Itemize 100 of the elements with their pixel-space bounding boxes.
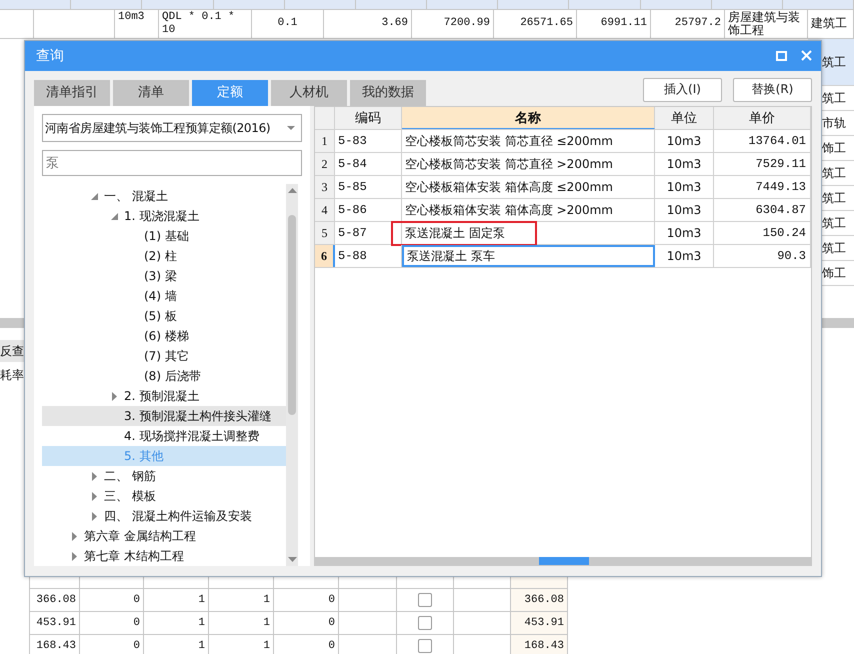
checkbox[interactable] <box>418 593 432 607</box>
column-header[interactable]: 编码 <box>335 107 402 129</box>
table-cell: 1 <box>209 589 274 612</box>
table-cell: 453.91 <box>511 612 568 635</box>
collapsed-icon[interactable] <box>72 552 76 560</box>
table-cell: 453.91 <box>30 612 80 635</box>
collapsed-icon[interactable] <box>72 532 76 540</box>
table-cell: 0 <box>80 635 144 654</box>
scrollbar-thumb[interactable] <box>539 557 589 565</box>
tree-item[interactable]: (4) 墙 <box>42 286 286 306</box>
maximize-icon[interactable] <box>776 50 787 61</box>
tab[interactable]: 人材机 <box>271 80 347 106</box>
row-number[interactable]: 4 <box>315 199 335 221</box>
expanded-icon[interactable] <box>110 212 118 220</box>
row-number[interactable]: 1 <box>315 130 335 152</box>
table-cell: 10m3 <box>655 222 714 244</box>
caret-icon <box>287 126 295 130</box>
tab[interactable]: 清单 <box>113 80 189 106</box>
table-cell: 3.69 <box>324 10 412 38</box>
tree-item[interactable]: 三、 模板 <box>42 486 286 506</box>
tree-item[interactable]: (3) 梁 <box>42 266 286 286</box>
tree-item[interactable]: 四、 混凝土构件运输及安装 <box>42 506 286 526</box>
expanded-icon[interactable] <box>90 192 98 200</box>
tree-item[interactable]: (6) 楼梯 <box>42 326 286 346</box>
scrollbar[interactable] <box>286 184 298 566</box>
table-cell: 10m3 <box>115 10 159 38</box>
table-cell: 26571.65 <box>494 10 577 38</box>
row-number[interactable]: 6 <box>315 245 335 267</box>
tree-item[interactable]: 第七章 木结构工程 <box>42 546 286 566</box>
table-cell: 5-86 <box>335 199 402 221</box>
table-cell: 13764.01 <box>714 130 811 152</box>
up-arrow-icon[interactable] <box>288 188 296 193</box>
tree-item[interactable]: 一、 混凝土 <box>42 186 286 206</box>
action-button[interactable]: 插入(I) <box>643 78 722 102</box>
table-cell: 5-85 <box>335 176 402 198</box>
tree-item[interactable]: (8) 后浇带 <box>42 366 286 386</box>
scrollbar[interactable] <box>315 557 811 565</box>
tree-item[interactable]: 2. 预制混凝土 <box>42 386 286 406</box>
table-cell: 0 <box>274 635 339 654</box>
table-cell: 10m3 <box>655 130 714 152</box>
collapsed-icon[interactable] <box>92 492 96 500</box>
table-cell: 5-87 <box>335 222 402 244</box>
table-cell: 0 <box>80 589 144 612</box>
row-number[interactable]: 2 <box>315 153 335 175</box>
tab[interactable]: 清单指引 <box>34 80 110 106</box>
table-cell: 10m3 <box>655 153 714 175</box>
down-arrow-icon[interactable] <box>288 557 296 562</box>
table-cell: 1 <box>209 635 274 654</box>
tree-item[interactable]: (1) 基础 <box>42 226 286 246</box>
item-name: 空心楼板箱体安装 箱体高度 ≤200mm <box>404 178 614 196</box>
collapsed-icon[interactable] <box>92 512 96 520</box>
action-button[interactable]: 替换(R) <box>733 78 812 102</box>
header-cell <box>712 0 783 10</box>
dropdown[interactable]: 河南省房屋建筑与装饰工程预算定额(2016) <box>42 114 302 142</box>
item-name: 空心楼板箱体安装 箱体高度 >200mm <box>404 202 614 218</box>
table-cell: 7449.13 <box>714 176 811 198</box>
table-cell: 7200.99 <box>412 10 494 38</box>
tree-item[interactable]: (2) 柱 <box>42 246 286 266</box>
column-header[interactable]: 单价 <box>714 107 811 129</box>
close-icon[interactable] <box>801 50 812 62</box>
tree-item[interactable]: 1. 现浇混凝土 <box>42 206 286 226</box>
row-number[interactable]: 3 <box>315 176 335 198</box>
table-cell: 建筑工 <box>808 10 854 38</box>
table-cell: 10m3 <box>655 245 714 267</box>
item-name: 空心楼板筒芯安装 筒芯直径 ≤200mm <box>404 132 614 150</box>
scrollbar-thumb[interactable] <box>288 215 296 415</box>
table-cell: 房屋建筑与装饰工程 <box>725 10 808 38</box>
tree-item[interactable]: (7) 其它 <box>42 346 286 366</box>
header-cell <box>569 0 641 10</box>
row-number[interactable]: 5 <box>315 222 335 244</box>
tree-item[interactable]: 二、 钢筋 <box>42 466 286 486</box>
table-cell: 0 <box>274 612 339 635</box>
header-cell <box>356 0 428 10</box>
checkbox[interactable] <box>418 616 432 630</box>
item-name: 泵送混凝土 泵车 <box>406 248 496 264</box>
table-cell: 0 <box>80 612 144 635</box>
tree-item[interactable]: 3. 预制混凝土构件接头灌缝 <box>42 406 286 426</box>
collapsed-icon[interactable] <box>92 472 96 480</box>
header-cell <box>142 0 214 10</box>
column-header[interactable]: 单位 <box>655 107 714 129</box>
item-name: 空心楼板筒芯安装 筒芯直径 >200mm <box>404 156 614 172</box>
table-cell: 366.08 <box>511 589 568 612</box>
tree-item[interactable]: 4. 现场搅拌混凝土调整费 <box>42 426 286 446</box>
table-cell: 168.43 <box>30 635 80 654</box>
tree-item[interactable]: 第六章 金属结构工程 <box>42 526 286 546</box>
search-field[interactable]: 泵 <box>42 150 302 176</box>
table-cell: QDL * 0.1 * 10 <box>159 10 252 38</box>
checkbox[interactable] <box>418 639 432 653</box>
item-name: 泵送混凝土 固定泵 <box>391 220 537 246</box>
table-cell: 1 <box>209 612 274 635</box>
column-header[interactable]: 名称 <box>402 107 655 129</box>
header-cell <box>782 0 854 10</box>
tab[interactable]: 我的数据 <box>350 80 426 106</box>
table-cell: 6304.87 <box>714 199 811 221</box>
table-cell: 366.08 <box>30 589 80 612</box>
window-title: 查询 <box>36 46 65 65</box>
tree-item[interactable]: (5) 板 <box>42 306 286 326</box>
header-cell <box>284 0 356 10</box>
collapsed-icon[interactable] <box>112 392 116 400</box>
table-cell: 5-84 <box>335 153 402 175</box>
